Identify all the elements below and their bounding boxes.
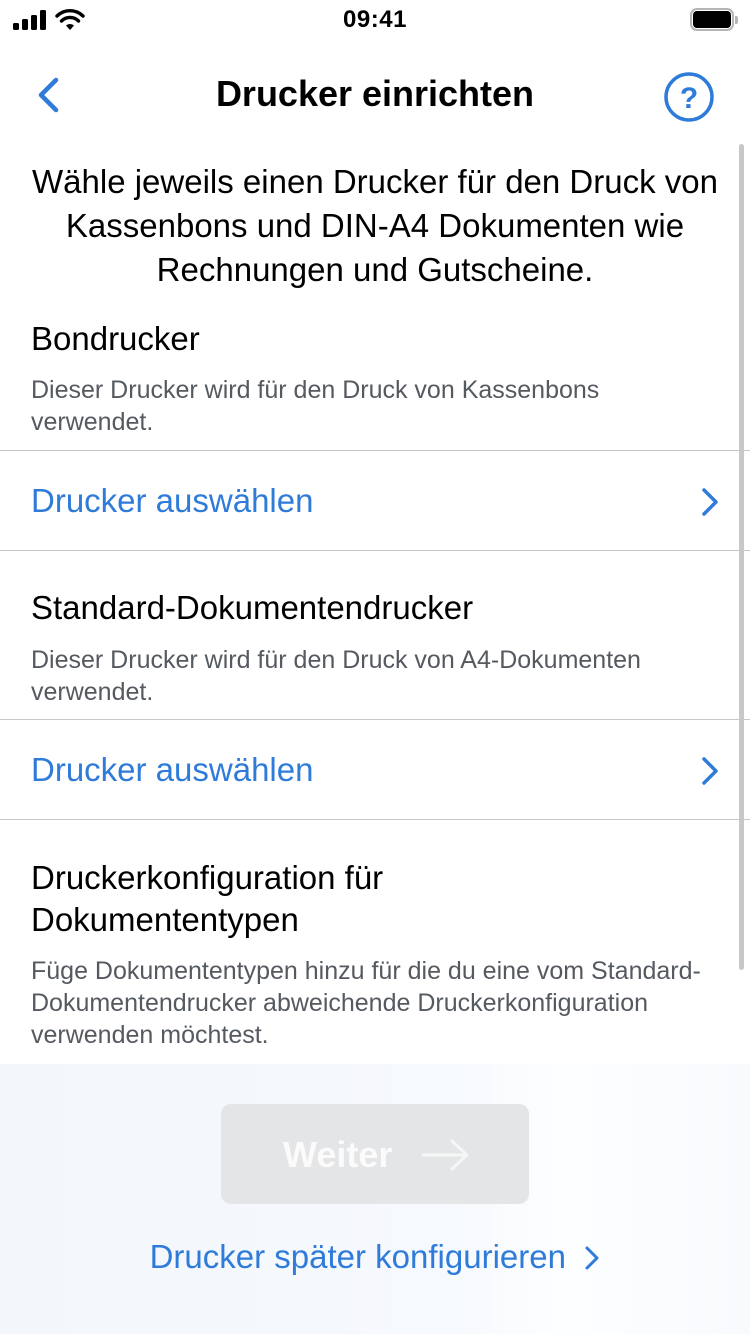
svg-text:?: ? (680, 82, 698, 115)
next-button[interactable]: Weiter (221, 1104, 529, 1204)
receipt-printer-title: Bondrucker (31, 320, 200, 357)
receipt-printer-description: Dieser Drucker wird für den Druck von Ka… (31, 376, 600, 436)
select-document-printer-label: Drucker auswählen (31, 751, 314, 788)
configure-later-link[interactable]: Drucker später konfigurieren (0, 1238, 750, 1276)
question-circle-icon: ? (664, 72, 714, 122)
divider (0, 550, 750, 551)
chevron-right-icon (702, 757, 718, 785)
help-button[interactable]: ? (662, 70, 716, 124)
chevron-right-icon (702, 488, 718, 516)
battery-icon (690, 8, 738, 31)
select-receipt-printer-label: Drucker auswählen (31, 482, 314, 519)
divider (0, 450, 750, 451)
intro-text: Wähle jeweils einen Drucker für den Druc… (32, 163, 718, 288)
configure-later-label: Drucker später konfigurieren (149, 1238, 566, 1275)
page-title: Drucker einrichten (215, 73, 535, 114)
status-bar: 09:41 (0, 0, 750, 40)
document-types-description: Füge Dokumententypen hinzu für die du ei… (31, 957, 701, 1049)
document-printer-title: Standard-Dokumentendrucker (31, 589, 474, 626)
document-types-title: Druckerkonfiguration für Dokumententypen (31, 859, 384, 938)
status-time: 09:41 (343, 6, 407, 33)
select-receipt-printer-row[interactable]: Drucker auswählen (0, 452, 750, 550)
select-document-printer-row[interactable]: Drucker auswählen (0, 721, 750, 819)
navigation-bar: Drucker einrichten ? (0, 52, 750, 140)
divider (0, 819, 750, 820)
document-printer-description: Dieser Drucker wird für den Druck von A4… (31, 646, 641, 706)
next-button-label: Weiter (283, 1134, 393, 1175)
divider (0, 719, 750, 720)
arrow-right-icon (421, 1139, 469, 1171)
chevron-right-icon (585, 1246, 599, 1270)
scrollbar[interactable] (739, 144, 744, 970)
